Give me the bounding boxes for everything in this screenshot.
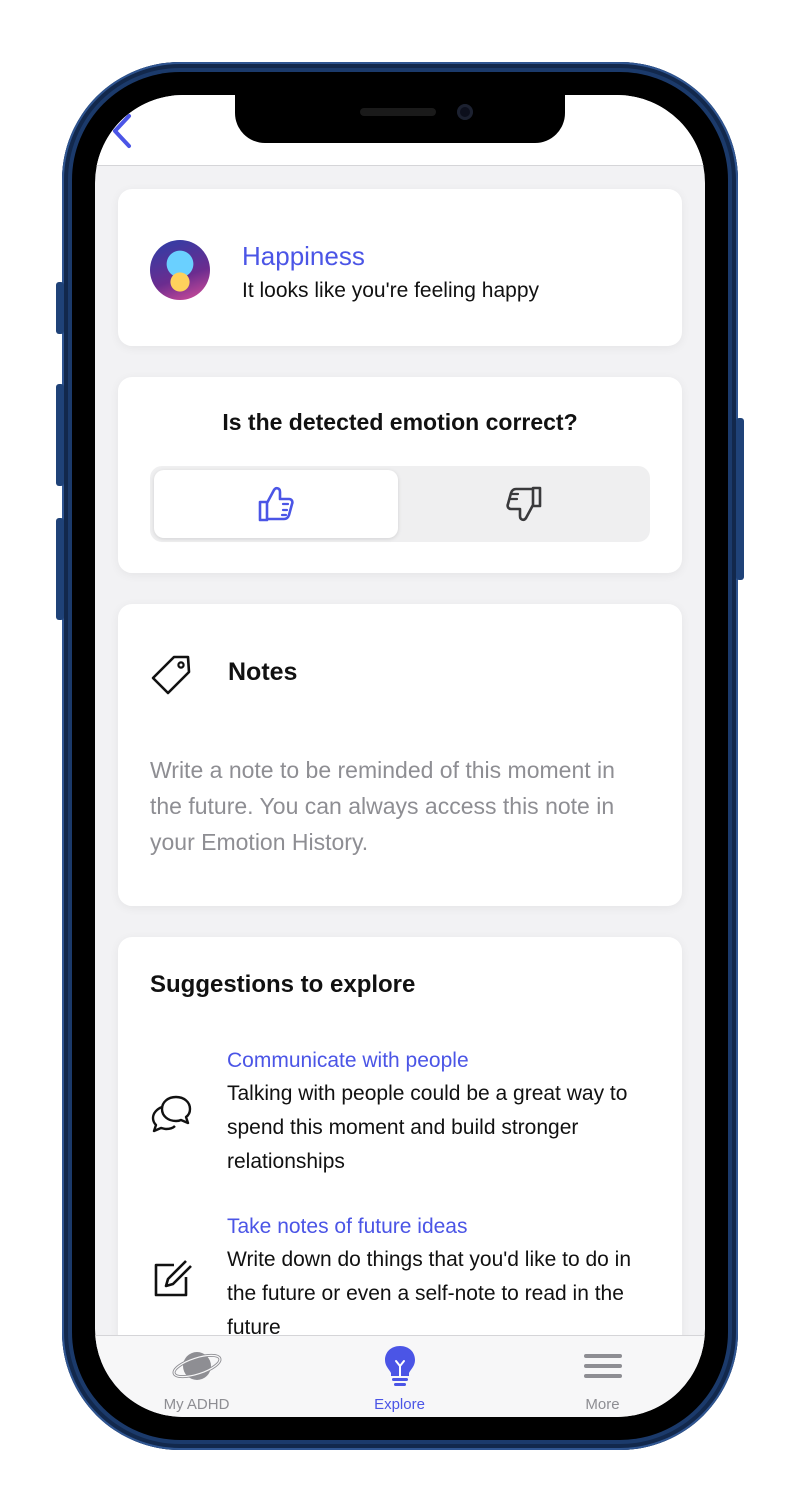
tab-label: Explore	[374, 1396, 425, 1413]
emotion-card: Happiness It looks like you're feeling h…	[118, 189, 682, 346]
front-camera	[457, 104, 473, 120]
thumbs-up-button[interactable]	[154, 470, 398, 538]
tab-bar: My ADHD Explore More	[95, 1335, 705, 1417]
thumbs-down-button[interactable]	[402, 470, 646, 538]
tab-label: My ADHD	[163, 1396, 230, 1413]
suggestion-item-notes[interactable]: Take notes of future ideas Write down do…	[150, 1215, 650, 1336]
emotion-description: It looks like you're feeling happy	[242, 279, 540, 302]
tab-explore[interactable]: Explore	[298, 1336, 501, 1417]
tab-my-adhd[interactable]: My ADHD	[95, 1336, 298, 1417]
emotion-name: Happiness	[242, 241, 365, 271]
screen: Happiness It looks like you're feeling h…	[95, 95, 705, 1417]
chat-bubbles-icon	[151, 1095, 192, 1133]
feedback-card: Is the detected emotion correct?	[118, 377, 682, 573]
suggestion-description: Write down do things that you'd like to …	[227, 1248, 632, 1336]
feedback-question: Is the detected emotion correct?	[222, 409, 578, 435]
notes-card[interactable]: Notes Write a note to be reminded of thi…	[118, 604, 682, 906]
notch	[235, 95, 565, 143]
speaker-grille	[360, 108, 436, 116]
suggestion-item-communicate[interactable]: Communicate with people Talking with peo…	[150, 1049, 650, 1173]
volume-up-button	[56, 384, 64, 486]
planet-icon	[172, 1352, 222, 1380]
emotion-avatar	[150, 240, 210, 300]
power-button	[736, 418, 744, 580]
lightbulb-icon	[385, 1346, 415, 1386]
suggestion-label[interactable]: Take notes of future ideas	[227, 1215, 468, 1239]
tab-more[interactable]: More	[501, 1336, 704, 1417]
notes-input-placeholder[interactable]: Write a note to be reminded of this mome…	[150, 752, 650, 860]
volume-down-button	[56, 518, 64, 620]
back-chevron-icon[interactable]	[107, 111, 137, 151]
thumbs-up-icon	[258, 486, 294, 522]
suggestions-card: Suggestions to explore Communicate with …	[118, 937, 682, 1336]
thumbs-down-icon	[506, 486, 542, 522]
tag-icon	[151, 655, 191, 695]
tab-label: More	[585, 1396, 620, 1413]
notes-title: Notes	[228, 658, 298, 686]
menu-icon	[584, 1354, 622, 1378]
suggestions-title: Suggestions to explore	[150, 971, 416, 998]
feedback-segmented-control	[150, 466, 650, 542]
action-button	[56, 282, 64, 334]
scroll-content[interactable]: Happiness It looks like you're feeling h…	[95, 166, 705, 1336]
edit-note-icon	[154, 1260, 192, 1297]
suggestion-description: Talking with people could be a great way…	[227, 1082, 628, 1173]
suggestion-label[interactable]: Communicate with people	[227, 1049, 469, 1073]
